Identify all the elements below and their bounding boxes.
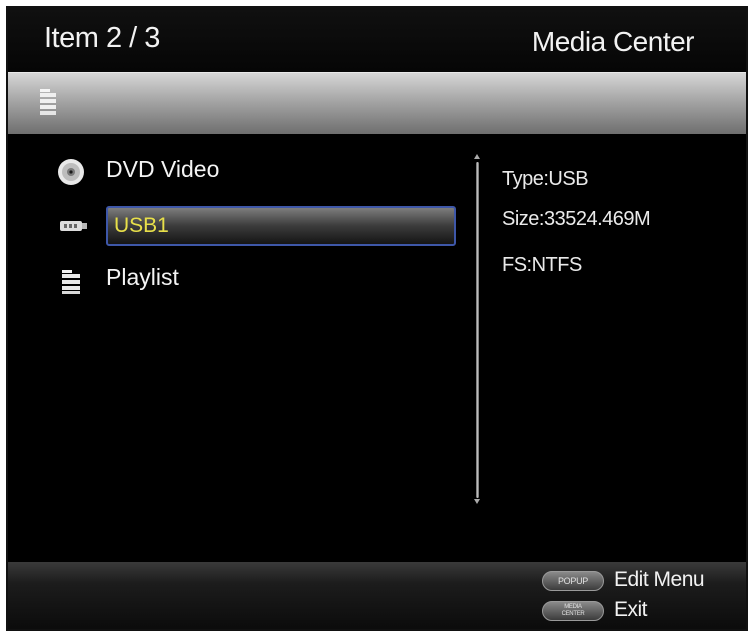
hint-label: Exit [614,598,648,621]
hint-label: Edit Menu [614,568,705,591]
info-fs: FS:NTFS [502,254,582,276]
button-text-line: MEDIA [564,604,582,610]
media-center-screen: Item 2 / 3 Media Center DVD Video USB1 P… [6,6,748,631]
list-item-playlist[interactable]: Playlist [56,260,476,300]
scroll-track [476,162,479,498]
scroll-up-icon [474,154,480,159]
scroll-down-icon [474,499,480,504]
list-item-dvd-video[interactable]: DVD Video [56,152,476,192]
bottom-bar: POPUP Edit Menu MEDIA CENTER Exit [8,562,746,629]
list-item-label: USB1 [114,214,169,237]
button-text-line: CENTER [561,611,585,617]
title-bar: Item 2 / 3 Media Center [8,8,746,72]
list-item-label: Playlist [106,264,179,290]
list-item-usb1[interactable]: USB1 [56,206,476,246]
info-type: Type:USB [502,168,589,190]
scrollbar[interactable] [474,154,480,504]
disc-icon [58,159,84,185]
hint-exit: MEDIA CENTER Exit [542,598,742,624]
path-bar [8,72,746,135]
usb-icon [60,221,87,231]
info-size: Size:33524.469M [502,208,651,230]
folder-icon [62,270,80,294]
media-center-button[interactable]: MEDIA CENTER [542,601,604,621]
browser-content: DVD Video USB1 Playlist Type:USB Size:33… [8,134,746,562]
hint-edit-menu: POPUP Edit Menu [542,568,742,594]
popup-button[interactable]: POPUP [542,571,604,591]
item-counter: Item 2 / 3 [44,22,160,54]
folder-icon [40,89,56,115]
list-item-label: DVD Video [106,156,220,182]
app-title: Media Center [531,26,695,57]
